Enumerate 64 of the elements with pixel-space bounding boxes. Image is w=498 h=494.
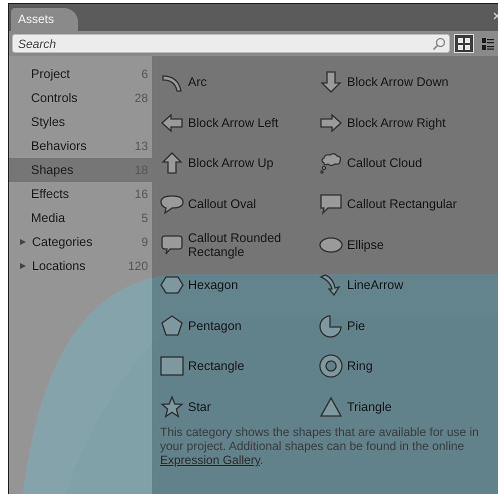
- shape-label[interactable]: Block Arrow Down: [347, 75, 448, 90]
- shape-label[interactable]: Hexagon: [188, 278, 238, 292]
- description-text: This category shows the shapes that are available for use in your project. Additional shapes can be found in the online Expression Gallery.: [160, 425, 480, 468]
- category-count: 9: [141, 235, 148, 249]
- pie-icon: [319, 314, 343, 338]
- shape-label[interactable]: Block Arrow Left: [188, 116, 278, 130]
- gallery-link[interactable]: Expression Gallery: [160, 453, 260, 468]
- shape-label[interactable]: LineArrow: [347, 278, 404, 292]
- expander-icon[interactable]: [20, 239, 26, 245]
- category-count: 28: [134, 91, 148, 105]
- category-name: Effects: [31, 187, 70, 201]
- category-name: Shapes: [31, 163, 74, 177]
- category-item[interactable]: Behaviors 13: [9, 134, 152, 158]
- rounded-callout-icon: [160, 232, 184, 257]
- arrow-up-icon: [160, 151, 184, 176]
- category-count: 6: [141, 67, 148, 81]
- category-count: 5: [141, 211, 148, 225]
- category-item[interactable]: Styles: [9, 110, 152, 134]
- rect-callout-icon: [319, 192, 343, 216]
- shape-label[interactable]: Callout Rounded Rectangle: [188, 230, 319, 259]
- shape-label[interactable]: Callout Rectangular: [347, 197, 457, 212]
- grid-view-icon: [458, 38, 470, 50]
- category-count: 13: [134, 139, 148, 153]
- grid-view-button[interactable]: [454, 34, 474, 53]
- pentagon-icon: [160, 314, 184, 338]
- triangle-icon: [319, 395, 343, 420]
- search-field[interactable]: Search: [12, 34, 450, 53]
- shape-label[interactable]: Ellipse: [347, 238, 384, 252]
- expander-icon[interactable]: [20, 263, 26, 269]
- shape-label[interactable]: Star: [188, 400, 211, 414]
- category-item[interactable]: Effects 16: [9, 182, 152, 206]
- category-name: Behaviors: [31, 139, 88, 153]
- list-view-icon: [482, 38, 494, 50]
- shape-label[interactable]: Pentagon: [188, 318, 242, 333]
- category-name: Locations: [32, 259, 87, 273]
- shape-label[interactable]: Block Arrow Up: [188, 156, 274, 170]
- arrow-down-icon: [319, 70, 343, 94]
- ring-icon: [319, 354, 343, 378]
- shape-label[interactable]: Arc: [188, 75, 207, 90]
- shape-label[interactable]: Rectangle: [188, 359, 244, 374]
- search-icon: [432, 37, 446, 51]
- category-name: Categories: [32, 235, 94, 249]
- category-name: Controls: [31, 91, 79, 105]
- category-name: Media: [31, 211, 66, 225]
- category-item[interactable]: Categories 9: [9, 230, 152, 254]
- shape-label[interactable]: Triangle: [347, 400, 392, 414]
- category-item[interactable]: Project 6: [9, 62, 152, 86]
- category-name: Project: [31, 67, 71, 81]
- category-item[interactable]: Controls 28: [9, 86, 152, 110]
- category-name: Styles: [31, 115, 66, 129]
- category-count: 16: [134, 187, 148, 201]
- shape-label[interactable]: Callout Oval: [188, 197, 256, 212]
- assets-tab[interactable]: Assets: [11, 8, 78, 31]
- shape-label[interactable]: Block Arrow Right: [347, 116, 446, 130]
- category-item[interactable]: Locations 120: [9, 254, 152, 278]
- shape-label[interactable]: Callout Cloud: [347, 156, 422, 170]
- rectangle-icon: [160, 354, 184, 378]
- shape-label[interactable]: Pie: [347, 318, 366, 333]
- cloud-icon: [319, 151, 343, 176]
- line-arrow-icon: [319, 273, 343, 298]
- category-item[interactable]: Media 5: [9, 206, 152, 230]
- shape-label[interactable]: Ring: [347, 359, 373, 374]
- star-icon: [160, 395, 184, 420]
- category-count: 120: [128, 259, 148, 273]
